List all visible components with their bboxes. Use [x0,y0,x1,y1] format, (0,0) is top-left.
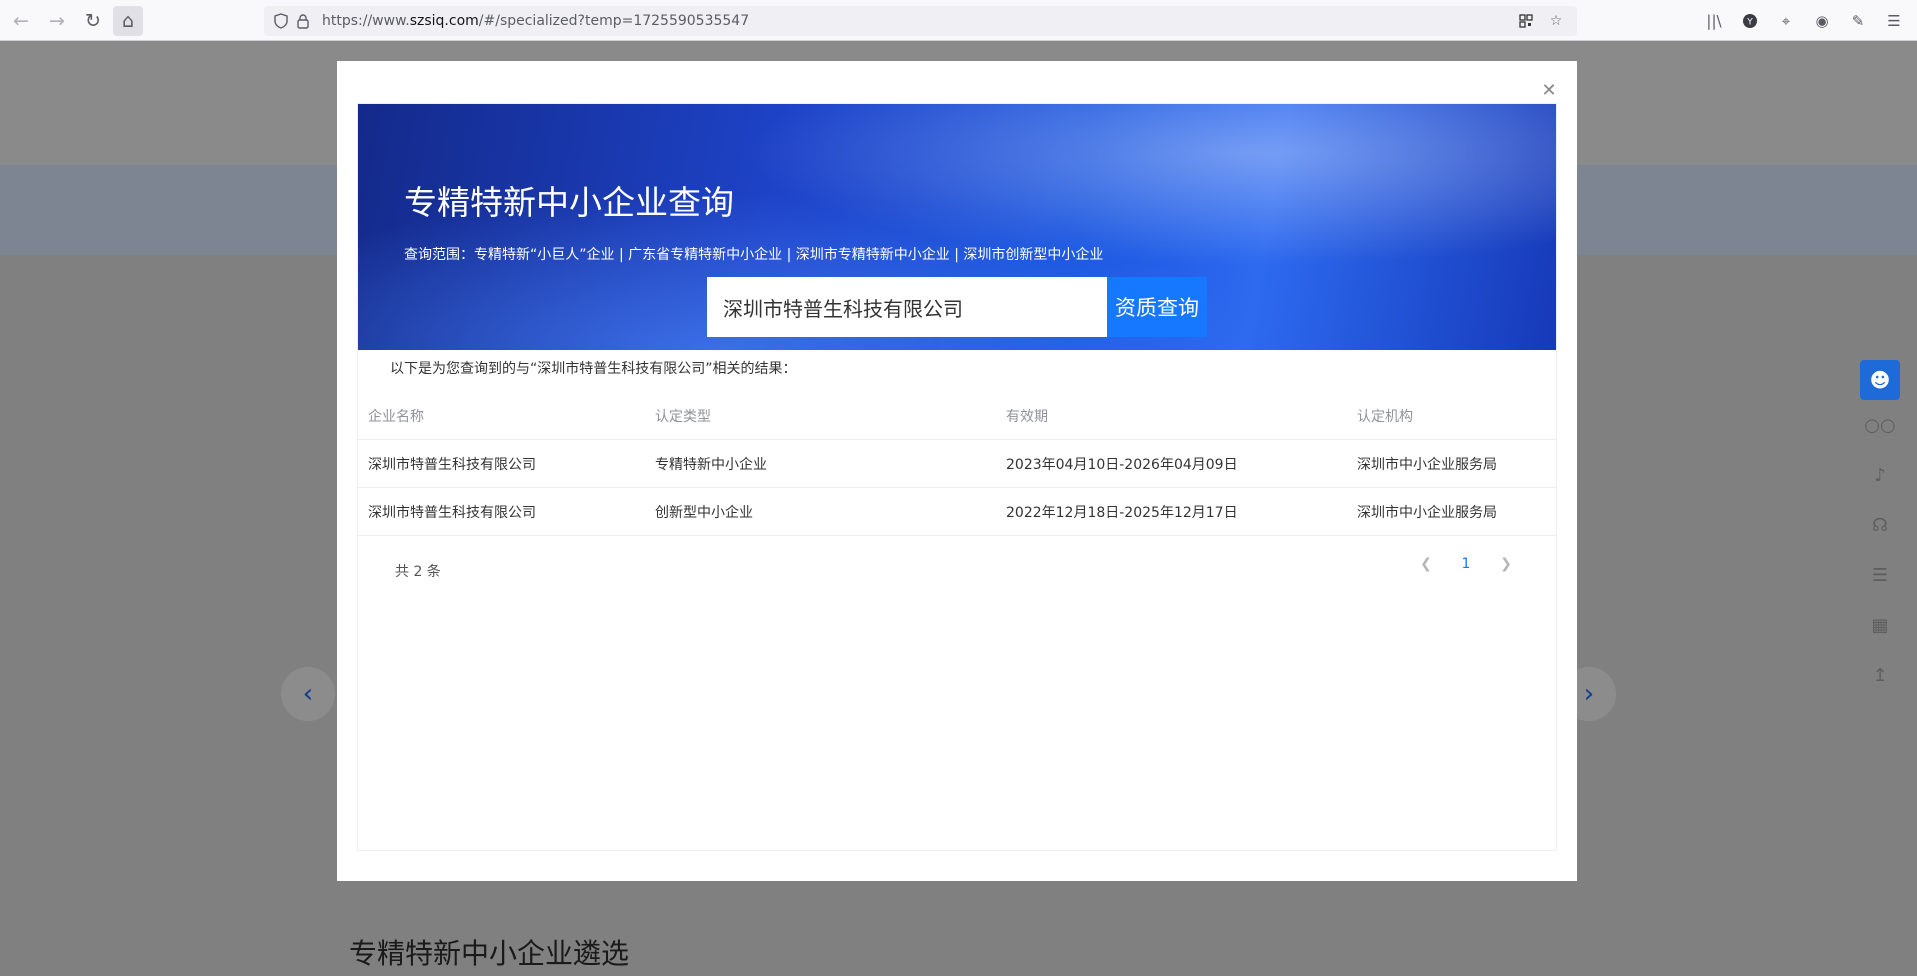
menu-icon[interactable]: ☰ [1879,6,1909,36]
pagination: ❮ 1 ❯ [1416,556,1516,572]
lock-icon[interactable] [292,10,314,32]
col-authority: 认定机构 [1357,408,1413,425]
cell-cert-type: 创新型中小企业 [655,504,753,521]
search-bar: 资质查询 [707,277,1207,337]
forward-arrow-icon[interactable]: → [42,6,72,36]
wechat-icon[interactable]: ○○ [1860,400,1900,450]
url-bar[interactable]: https://www.szsiq.com/#/specialized?temp… [264,6,1577,36]
next-page-icon[interactable]: ❯ [1496,556,1516,572]
result-caption: 以下是为您查询到的与“深圳市特普生科技有限公司”相关的结果： [390,361,797,377]
reload-icon[interactable]: ↻ [78,6,108,36]
close-icon[interactable]: ✕ [1539,81,1559,101]
extension-cookie-icon[interactable]: ◉ [1807,6,1837,36]
extensions-puzzle-icon[interactable]: ✎ [1843,6,1873,36]
qualification-search-button[interactable]: 资质查询 [1107,277,1207,337]
headset-icon[interactable]: ☊ [1860,500,1900,550]
douyin-icon[interactable]: ♪ [1860,450,1900,500]
result-table: 企业名称 认定类型 有效期 认定机构 深圳市特普生科技有限公司 专精特新中小企业… [358,392,1556,536]
cell-company-name: 深圳市特普生科技有限公司 [368,504,536,521]
assistant-avatar-icon[interactable]: ☻ [1860,360,1900,400]
col-cert-type: 认定类型 [655,408,711,425]
modal-title: 专精特新中小企业查询 [404,183,734,222]
table-row: 深圳市特普生科技有限公司 专精特新中小企业 2023年04月10日-2026年0… [358,440,1556,488]
query-modal: ✕ 专精特新中小企业查询 查询范围：专精特新“小巨人”企业 | 广东省专精特新中… [337,61,1577,881]
back-to-top-icon[interactable]: ↥ [1860,650,1900,700]
section-title: 专精特新中小企业遴选 [349,937,630,970]
qr-code-icon[interactable] [1515,10,1537,32]
prev-page-icon[interactable]: ❮ [1416,556,1436,572]
url-path: /#/specialized?temp=1725590535547 [478,13,750,29]
cell-authority: 深圳市中小企业服务局 [1357,504,1497,521]
home-icon[interactable]: ⌂ [113,6,143,36]
query-banner: 专精特新中小企业查询 查询范围：专精特新“小巨人”企业 | 广东省专精特新中小企… [358,104,1556,350]
page-number[interactable]: 1 [1456,556,1476,572]
url-host: szsiq.com [409,13,479,29]
col-company-name: 企业名称 [368,408,424,425]
crop-icon[interactable]: ⌖ [1771,6,1801,36]
table-header: 企业名称 认定类型 有效期 认定机构 [358,392,1556,440]
carousel-prev-icon[interactable]: ‹ [281,667,335,721]
bookmark-star-icon[interactable]: ☆ [1545,10,1567,32]
settings-sliders-icon[interactable]: ☰ [1860,550,1900,600]
cell-authority: 深圳市中小企业服务局 [1357,456,1497,473]
profile-icon[interactable]: Y [1735,6,1765,36]
modal-content: 专精特新中小企业查询 查询范围：专精特新“小巨人”企业 | 广东省专精特新中小企… [357,103,1557,851]
library-icon[interactable]: ||\ [1699,6,1729,36]
company-search-input[interactable] [707,277,1107,337]
shield-icon[interactable] [270,10,292,32]
cell-validity: 2022年12月18日-2025年12月17日 [1006,504,1238,521]
table-row: 深圳市特普生科技有限公司 创新型中小企业 2022年12月18日-2025年12… [358,488,1556,536]
url-prefix: https://www. [322,13,410,29]
url-text[interactable]: https://www.szsiq.com/#/specialized?temp… [322,13,749,29]
cell-validity: 2023年04月10日-2026年04月09日 [1006,456,1238,473]
query-scope: 查询范围：专精特新“小巨人”企业 | 广东省专精特新中小企业 | 深圳市专精特新… [404,247,1104,263]
browser-toolbar: ← → ↻ ⌂ https://www.szsiq.com/#/speciali… [0,0,1917,41]
calendar-icon[interactable]: ▦ [1860,600,1900,650]
side-toolbar: ☻ ○○ ♪ ☊ ☰ ▦ ↥ [1860,360,1900,700]
cell-cert-type: 专精特新中小企业 [655,456,767,473]
col-validity: 有效期 [1006,408,1048,425]
back-arrow-icon[interactable]: ← [6,6,36,36]
total-count: 共 2 条 [395,564,441,580]
svg-text:Y: Y [1746,18,1753,28]
cell-company-name: 深圳市特普生科技有限公司 [368,456,536,473]
